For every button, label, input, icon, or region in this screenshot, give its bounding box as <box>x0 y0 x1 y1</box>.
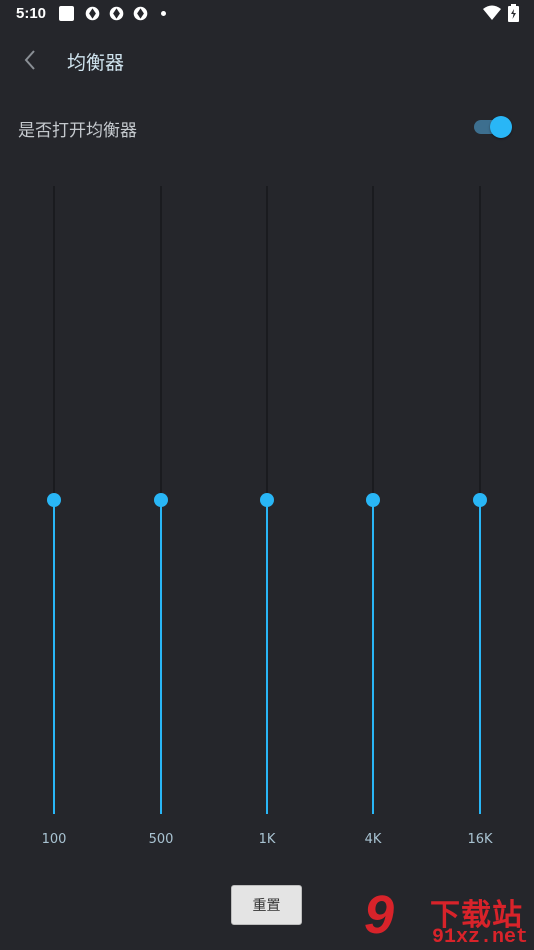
band-knob[interactable] <box>47 493 61 507</box>
notification-aperture-icon <box>109 6 124 21</box>
notification-square-icon <box>59 6 74 21</box>
band-fill <box>266 500 268 814</box>
band-label: 100 <box>41 832 67 847</box>
band-fill <box>53 500 55 814</box>
band-label: 500 <box>148 832 174 847</box>
equalizer-panel: 100 500 1K 4K 16K <box>0 186 534 866</box>
watermark-logo: 9 <box>364 885 395 945</box>
app-bar: 均衡器 <box>0 30 534 90</box>
band-slider-1k[interactable]: 1K <box>247 186 287 866</box>
back-arrow-icon[interactable] <box>18 46 46 74</box>
band-knob[interactable] <box>260 493 274 507</box>
band-knob[interactable] <box>154 493 168 507</box>
band-fill <box>160 500 162 814</box>
band-label: 16K <box>467 832 493 847</box>
band-label: 1K <box>258 832 276 847</box>
equalizer-toggle-row: 是否打开均衡器 <box>0 104 534 150</box>
equalizer-toggle-label: 是否打开均衡器 <box>18 121 137 141</box>
band-label: 4K <box>364 832 382 847</box>
site-watermark: 9 下载站 91xz.net <box>360 885 534 950</box>
page-title: 均衡器 <box>67 52 125 74</box>
watermark-url: 91xz.net <box>432 926 529 949</box>
reset-button[interactable]: 重置 <box>231 885 302 925</box>
band-slider-100[interactable]: 100 <box>34 186 74 866</box>
band-slider-500[interactable]: 500 <box>141 186 181 866</box>
notification-more-dot-icon <box>161 11 166 16</box>
switch-thumb <box>490 116 512 138</box>
equalizer-switch[interactable] <box>474 114 514 140</box>
band-fill <box>479 500 481 814</box>
battery-charging-icon <box>508 4 519 22</box>
band-knob[interactable] <box>473 493 487 507</box>
band-knob[interactable] <box>366 493 380 507</box>
notification-aperture-icon <box>85 6 100 21</box>
wifi-icon <box>483 5 501 20</box>
status-bar: 5:10 <box>0 0 534 28</box>
status-time: 5:10 <box>16 5 47 22</box>
band-slider-16k[interactable]: 16K <box>460 186 500 866</box>
band-fill <box>372 500 374 814</box>
band-slider-4k[interactable]: 4K <box>353 186 393 866</box>
notification-aperture-icon <box>133 6 148 21</box>
